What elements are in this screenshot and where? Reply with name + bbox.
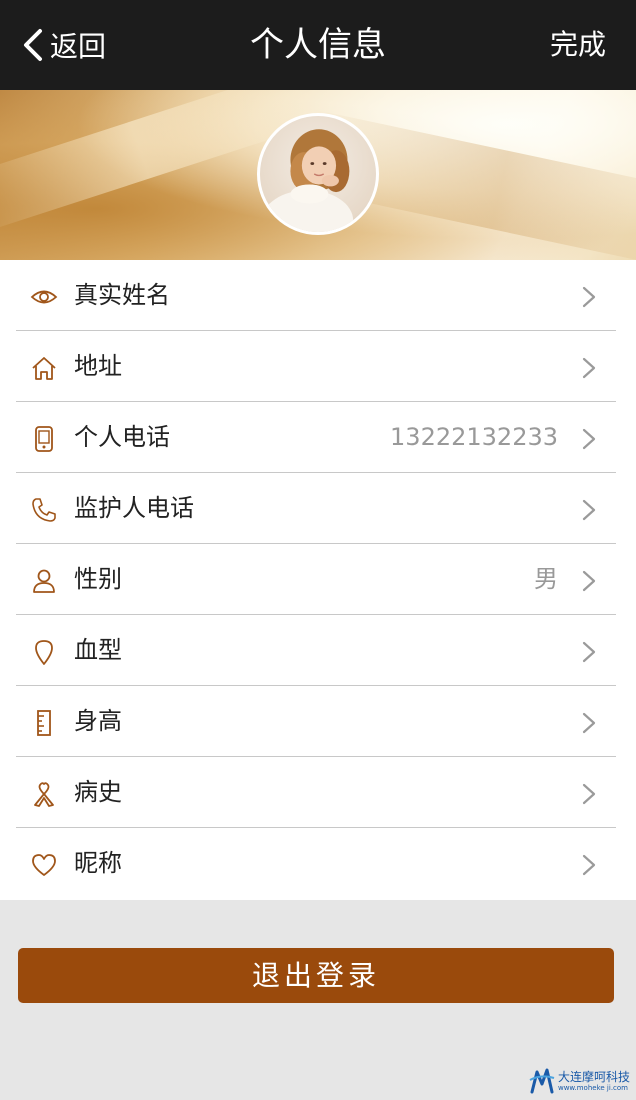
row-label: 身高	[74, 707, 122, 735]
row-address[interactable]: 地址	[16, 331, 616, 402]
row-nickname[interactable]: 昵称	[16, 828, 616, 899]
chevron-left-icon	[24, 29, 42, 61]
row-blood-type[interactable]: 血型	[16, 615, 616, 686]
row-label: 个人电话	[74, 423, 170, 451]
done-button[interactable]: 完成	[550, 0, 606, 90]
row-gender[interactable]: 性别 男	[16, 544, 616, 615]
chevron-right-icon	[582, 428, 596, 450]
heart-icon	[30, 851, 58, 879]
chevron-right-icon	[582, 357, 596, 379]
watermark: 大连摩呵科技 www.moheke ji.com	[529, 1064, 630, 1098]
chevron-right-icon	[582, 641, 596, 663]
company-logo-icon	[529, 1068, 555, 1094]
row-label: 血型	[74, 636, 122, 664]
row-medical-history[interactable]: 病史	[16, 757, 616, 828]
chevron-right-icon	[582, 854, 596, 876]
row-height[interactable]: 身高	[16, 686, 616, 757]
eye-icon	[30, 283, 58, 311]
row-label: 真实姓名	[74, 281, 170, 309]
chevron-right-icon	[582, 712, 596, 734]
row-personal-phone[interactable]: 个人电话 13222132233	[16, 402, 616, 473]
row-label: 地址	[74, 352, 122, 380]
row-real-name[interactable]: 真实姓名	[16, 260, 616, 331]
profile-list: 真实姓名 地址 个人电话 13222132233 监护人电话 性别 男 血型 身…	[0, 260, 636, 900]
logout-button[interactable]: 退出登录	[18, 948, 614, 1003]
row-value: 13222132233	[390, 423, 558, 451]
row-label: 昵称	[74, 849, 122, 877]
row-value: 男	[534, 565, 558, 593]
home-icon	[30, 354, 58, 382]
telephone-icon	[30, 496, 58, 524]
row-guardian-phone[interactable]: 监护人电话	[16, 473, 616, 544]
watermark-name: 大连摩呵科技	[557, 1069, 630, 1084]
ruler-icon	[30, 709, 58, 737]
location-pin-icon	[30, 638, 58, 666]
avatar-photo	[261, 129, 354, 232]
avatar[interactable]	[257, 113, 379, 235]
profile-banner	[0, 90, 636, 260]
ribbon-icon	[30, 780, 58, 808]
navigation-bar: 返回 个人信息 完成	[0, 0, 636, 90]
chevron-right-icon	[582, 783, 596, 805]
row-label: 性别	[74, 565, 122, 593]
person-icon	[30, 567, 58, 595]
chevron-right-icon	[582, 286, 596, 308]
chevron-right-icon	[582, 499, 596, 521]
row-label: 监护人电话	[74, 494, 194, 522]
mobile-phone-icon	[30, 425, 58, 453]
chevron-right-icon	[582, 570, 596, 592]
back-label: 返回	[50, 30, 107, 63]
watermark-url: www.moheke ji.com	[557, 1083, 628, 1092]
row-label: 病史	[74, 778, 122, 806]
back-button[interactable]: 返回	[22, 0, 106, 90]
